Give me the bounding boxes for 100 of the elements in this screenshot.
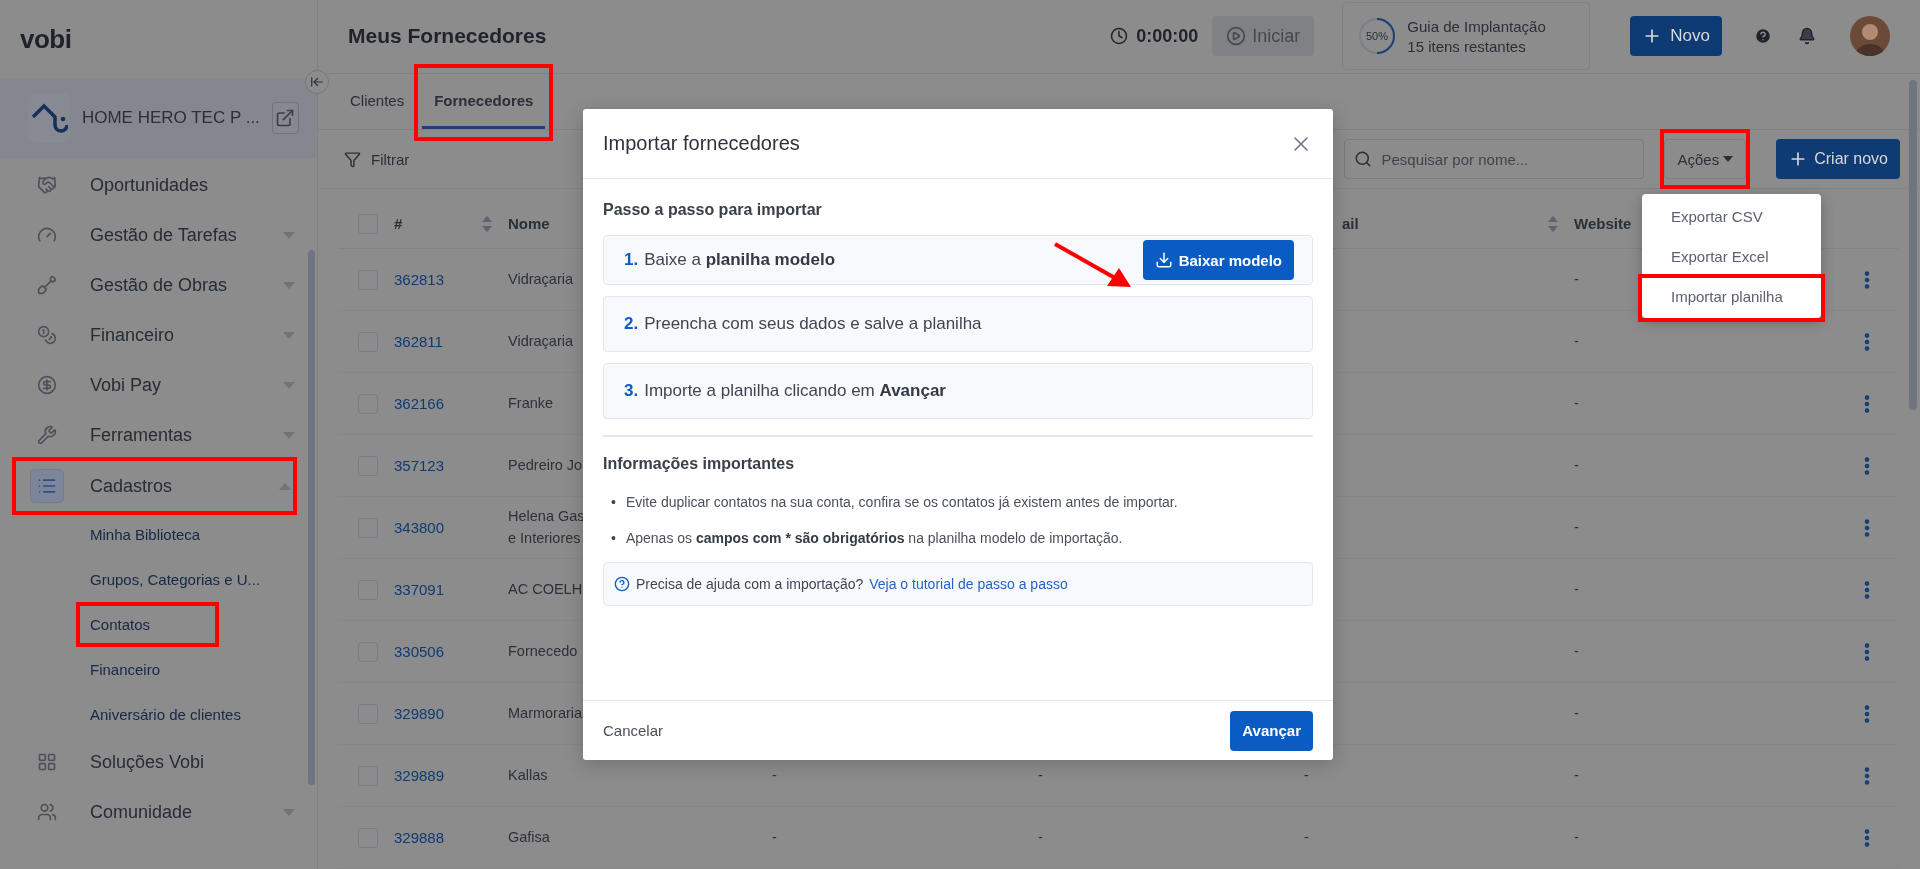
- company-name: HOME HERO TEC P ...: [81, 108, 260, 128]
- table-cell-text: -: [1574, 331, 1579, 351]
- bullet-mark: •: [611, 529, 616, 546]
- scrollbar[interactable]: [1909, 80, 1917, 410]
- table-cell-text: Franke: [508, 393, 554, 413]
- help-icon[interactable]: [1754, 27, 1772, 46]
- column-header: #: [394, 215, 403, 232]
- progress-ring: 50%: [1357, 16, 1398, 57]
- tab[interactable]: Clientes: [338, 73, 417, 130]
- table-cell-text: Marmoraria: [508, 703, 583, 723]
- collapse-sidebar-button[interactable]: [305, 70, 329, 94]
- new-button[interactable]: Novo: [1630, 16, 1722, 57]
- menu-item[interactable]: Importar planilha: [1671, 287, 1783, 305]
- actions-button[interactable]: Ações: [1664, 139, 1747, 180]
- id-link[interactable]: 362813: [394, 271, 445, 288]
- sidebar-item[interactable]: Oportunidades: [0, 160, 317, 210]
- download-icon: [1154, 251, 1173, 269]
- table-cell-text: -: [1574, 517, 1579, 537]
- external-link-button[interactable]: [271, 102, 299, 134]
- id-link[interactable]: 362166: [394, 395, 445, 412]
- timer: 0:00:00: [1110, 25, 1199, 47]
- column-header: Nome: [508, 215, 550, 232]
- table-cell-text: -: [1574, 765, 1579, 785]
- info-text: Apenas os campos com * são obrigatórios na planilha modelo de importação.: [625, 528, 1123, 548]
- sort-icon[interactable]: [1548, 215, 1558, 232]
- column-header: ail: [1342, 215, 1359, 232]
- id-link[interactable]: 362811: [394, 333, 443, 350]
- avatar[interactable]: [1850, 16, 1890, 57]
- cancel-button[interactable]: Cancelar: [603, 722, 664, 739]
- sidebar-subitem[interactable]: Minha Biblioteca: [90, 526, 201, 543]
- sort-icon[interactable]: [482, 215, 492, 232]
- bell-icon[interactable]: [1798, 27, 1816, 46]
- id-link[interactable]: 329888: [394, 829, 445, 846]
- table-cell-text: -: [1574, 827, 1579, 847]
- table-cell-text: Vidraçaria: [508, 269, 574, 289]
- filter-button[interactable]: Filtrar: [344, 150, 410, 168]
- menu-item[interactable]: Exportar Excel: [1671, 247, 1769, 265]
- sidebar-item[interactable]: Gestão de Tarefas: [0, 210, 317, 260]
- list-icon: [30, 469, 64, 503]
- clock-icon: [1110, 27, 1129, 46]
- id-link[interactable]: 329890: [394, 705, 445, 722]
- table-cell-text: -: [772, 827, 777, 847]
- step-text: 2. Preencha com seus dados e salve a planilha: [624, 314, 982, 334]
- step-text: 1. Baixe a planilha modelo: [624, 250, 836, 270]
- section-title: Passo a passo para importar: [603, 201, 823, 219]
- table-cell-text: -: [1574, 579, 1579, 599]
- collapse-icon: [310, 75, 324, 89]
- table-cell-text: -: [1038, 827, 1043, 847]
- sidebar-subitem[interactable]: Grupos, Categorias e U...: [90, 571, 261, 588]
- bullet-mark: •: [611, 494, 616, 510]
- sidebar-item[interactable]: Vobi Pay: [0, 360, 317, 410]
- search-field[interactable]: Pesquisar por nome...: [1344, 139, 1645, 180]
- sidebar-item[interactable]: Comunidade: [0, 787, 317, 837]
- guide-subtitle: 15 itens restantes: [1407, 37, 1527, 55]
- table-cell-text: Fornecedo: [508, 641, 578, 661]
- id-link[interactable]: 330506: [394, 643, 445, 660]
- table-cell-text: Vidraçaria: [508, 331, 574, 351]
- external-link-icon: [275, 108, 296, 128]
- table-cell-text: -: [1574, 703, 1579, 723]
- sidebar-subitem[interactable]: Aniversário de clientes: [90, 706, 241, 723]
- download-button[interactable]: Baixar modelo: [1142, 240, 1294, 280]
- id-link[interactable]: 343800: [394, 519, 445, 536]
- id-link[interactable]: 337091: [394, 581, 445, 598]
- scrollbar[interactable]: [308, 250, 315, 785]
- caret-down-icon: [1723, 156, 1734, 163]
- tutorial-link[interactable]: Veja o tutorial de passo a passo: [869, 576, 1068, 593]
- table-cell-text: AC COELH: [508, 579, 583, 599]
- info-text: Evite duplicar contatos na sua conta, confira se os contatos já existem antes de importar.: [625, 493, 1178, 512]
- help-icon: [614, 576, 630, 593]
- help-text: Precisa de ajuda com a importação?: [636, 576, 864, 593]
- guide-card[interactable]: 50% Guia de Implantação 15 itens restantes: [1342, 2, 1591, 71]
- id-link[interactable]: 357123: [394, 457, 445, 474]
- sidebar-item[interactable]: Financeiro: [0, 310, 317, 360]
- table-cell-text: Kallas: [508, 765, 548, 785]
- table-cell-text: Gafisa: [508, 827, 550, 847]
- guide-title: Guia de Implantação: [1407, 17, 1546, 35]
- next-button[interactable]: Avançar: [1230, 710, 1313, 751]
- table-cell-text: -: [1574, 269, 1579, 289]
- table-cell-text: -: [1574, 641, 1579, 661]
- sidebar-subitem[interactable]: Financeiro: [90, 661, 161, 678]
- tab[interactable]: Fornecedores: [422, 73, 546, 130]
- table-cell-text: Pedreiro Jo: [508, 455, 583, 475]
- sidebar-item[interactable]: Soluções Vobi: [0, 737, 317, 787]
- search-icon: [1354, 150, 1373, 169]
- sidebar-item[interactable]: Gestão de Obras: [0, 260, 317, 310]
- sidebar-subitem[interactable]: Contatos: [90, 616, 151, 633]
- brand-logo: vobi: [20, 23, 72, 55]
- create-button[interactable]: Criar novo: [1776, 139, 1900, 180]
- id-link[interactable]: 329889: [394, 767, 445, 784]
- page-title: Meus Fornecedores: [348, 24, 548, 49]
- section-title: Informações importantes: [603, 455, 796, 473]
- sidebar-item[interactable]: Ferramentas: [0, 410, 317, 460]
- table-cell-text: -: [1304, 827, 1309, 847]
- table-cell-text: -: [1038, 765, 1043, 785]
- step-text: 3. Importe a planilha clicando em Avançar: [624, 381, 946, 401]
- table-cell-text: -: [1304, 765, 1309, 785]
- sidebar-item[interactable]: Cadastros: [16, 461, 293, 511]
- menu-item[interactable]: Exportar CSV: [1671, 207, 1763, 225]
- dialog-title: Importar fornecedores: [603, 132, 800, 155]
- table-cell-text: -: [1574, 393, 1579, 413]
